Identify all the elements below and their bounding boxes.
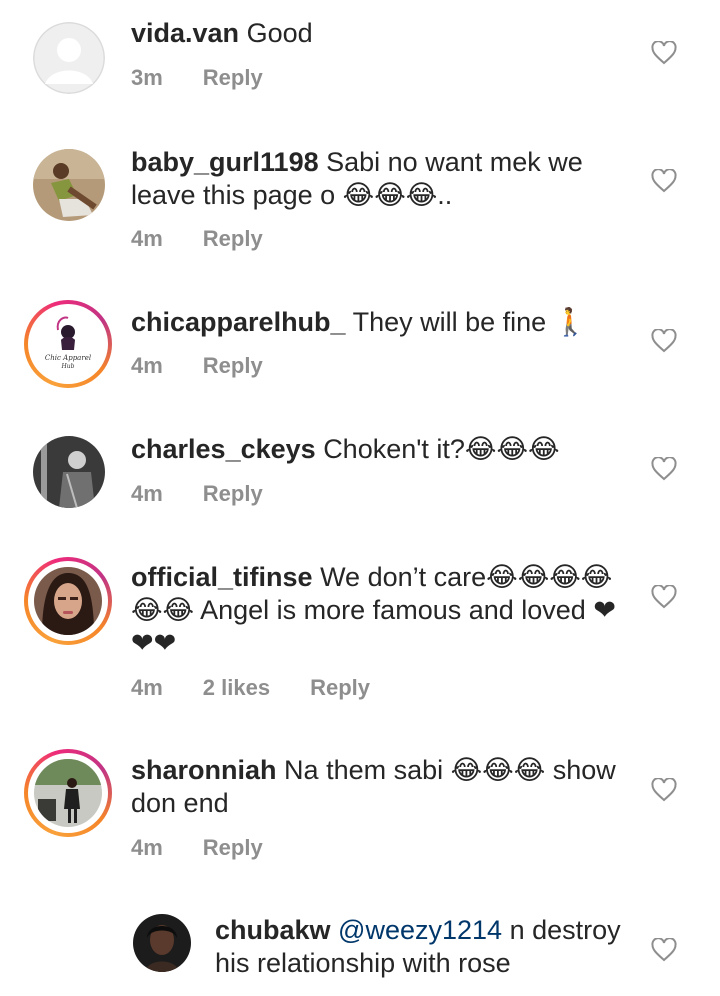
username[interactable]: vida.van (131, 18, 239, 48)
brand-logo: Chic Apparel Hub (34, 310, 102, 378)
username[interactable]: chubakw (215, 915, 331, 945)
heart-outline-icon[interactable] (651, 938, 677, 962)
avatar[interactable] (33, 149, 105, 221)
reply-button[interactable]: Reply (203, 835, 263, 861)
reply-button[interactable]: Reply (203, 481, 263, 507)
likes-count[interactable]: 2 likes (203, 675, 270, 701)
username[interactable]: charles_ckeys (131, 434, 316, 464)
user-photo (133, 914, 191, 972)
brand-logo-text: Chic Apparel (45, 354, 91, 362)
reply-button[interactable]: Reply (203, 353, 263, 379)
username[interactable]: baby_gurl1198 (131, 147, 319, 177)
user-photo (33, 149, 105, 221)
heart-outline-icon[interactable] (651, 329, 677, 353)
user-photo (34, 759, 102, 827)
comment-text: They will be fine 🚶 (352, 307, 588, 337)
heart-outline-icon[interactable] (651, 41, 677, 65)
username[interactable]: official_tifinse (131, 562, 313, 592)
story-ring[interactable]: Chic Apparel Hub (24, 300, 112, 388)
reply-button[interactable]: Reply (310, 675, 370, 701)
user-photo (34, 567, 102, 635)
mention-link[interactable]: @weezy1214 (338, 915, 502, 945)
timestamp: 4m (131, 226, 163, 251)
user-photo (33, 436, 105, 508)
timestamp: 3m (131, 65, 163, 90)
default-avatar-icon (33, 22, 105, 94)
timestamp: 4m (131, 353, 163, 378)
reply-button[interactable]: Reply (203, 226, 263, 252)
avatar[interactable] (133, 914, 191, 972)
username[interactable]: sharonniah (131, 755, 277, 785)
heart-outline-icon[interactable] (651, 778, 677, 802)
timestamp: 4m (131, 481, 163, 506)
timestamp: 4m (131, 675, 163, 700)
heart-outline-icon[interactable] (651, 585, 677, 609)
avatar[interactable] (33, 22, 105, 94)
username[interactable]: chicapparelhub_ (131, 307, 346, 337)
heart-outline-icon[interactable] (651, 169, 677, 193)
timestamp: 4m (131, 835, 163, 860)
reply-button[interactable]: Reply (203, 65, 263, 91)
comment-text: Choken't it?😂😂😂 (323, 434, 560, 464)
story-ring[interactable] (24, 749, 112, 837)
heart-outline-icon[interactable] (651, 457, 677, 481)
svg-text:Hub: Hub (61, 363, 75, 370)
avatar[interactable] (33, 436, 105, 508)
story-ring[interactable] (24, 557, 112, 645)
comment-text: Good (246, 18, 313, 48)
